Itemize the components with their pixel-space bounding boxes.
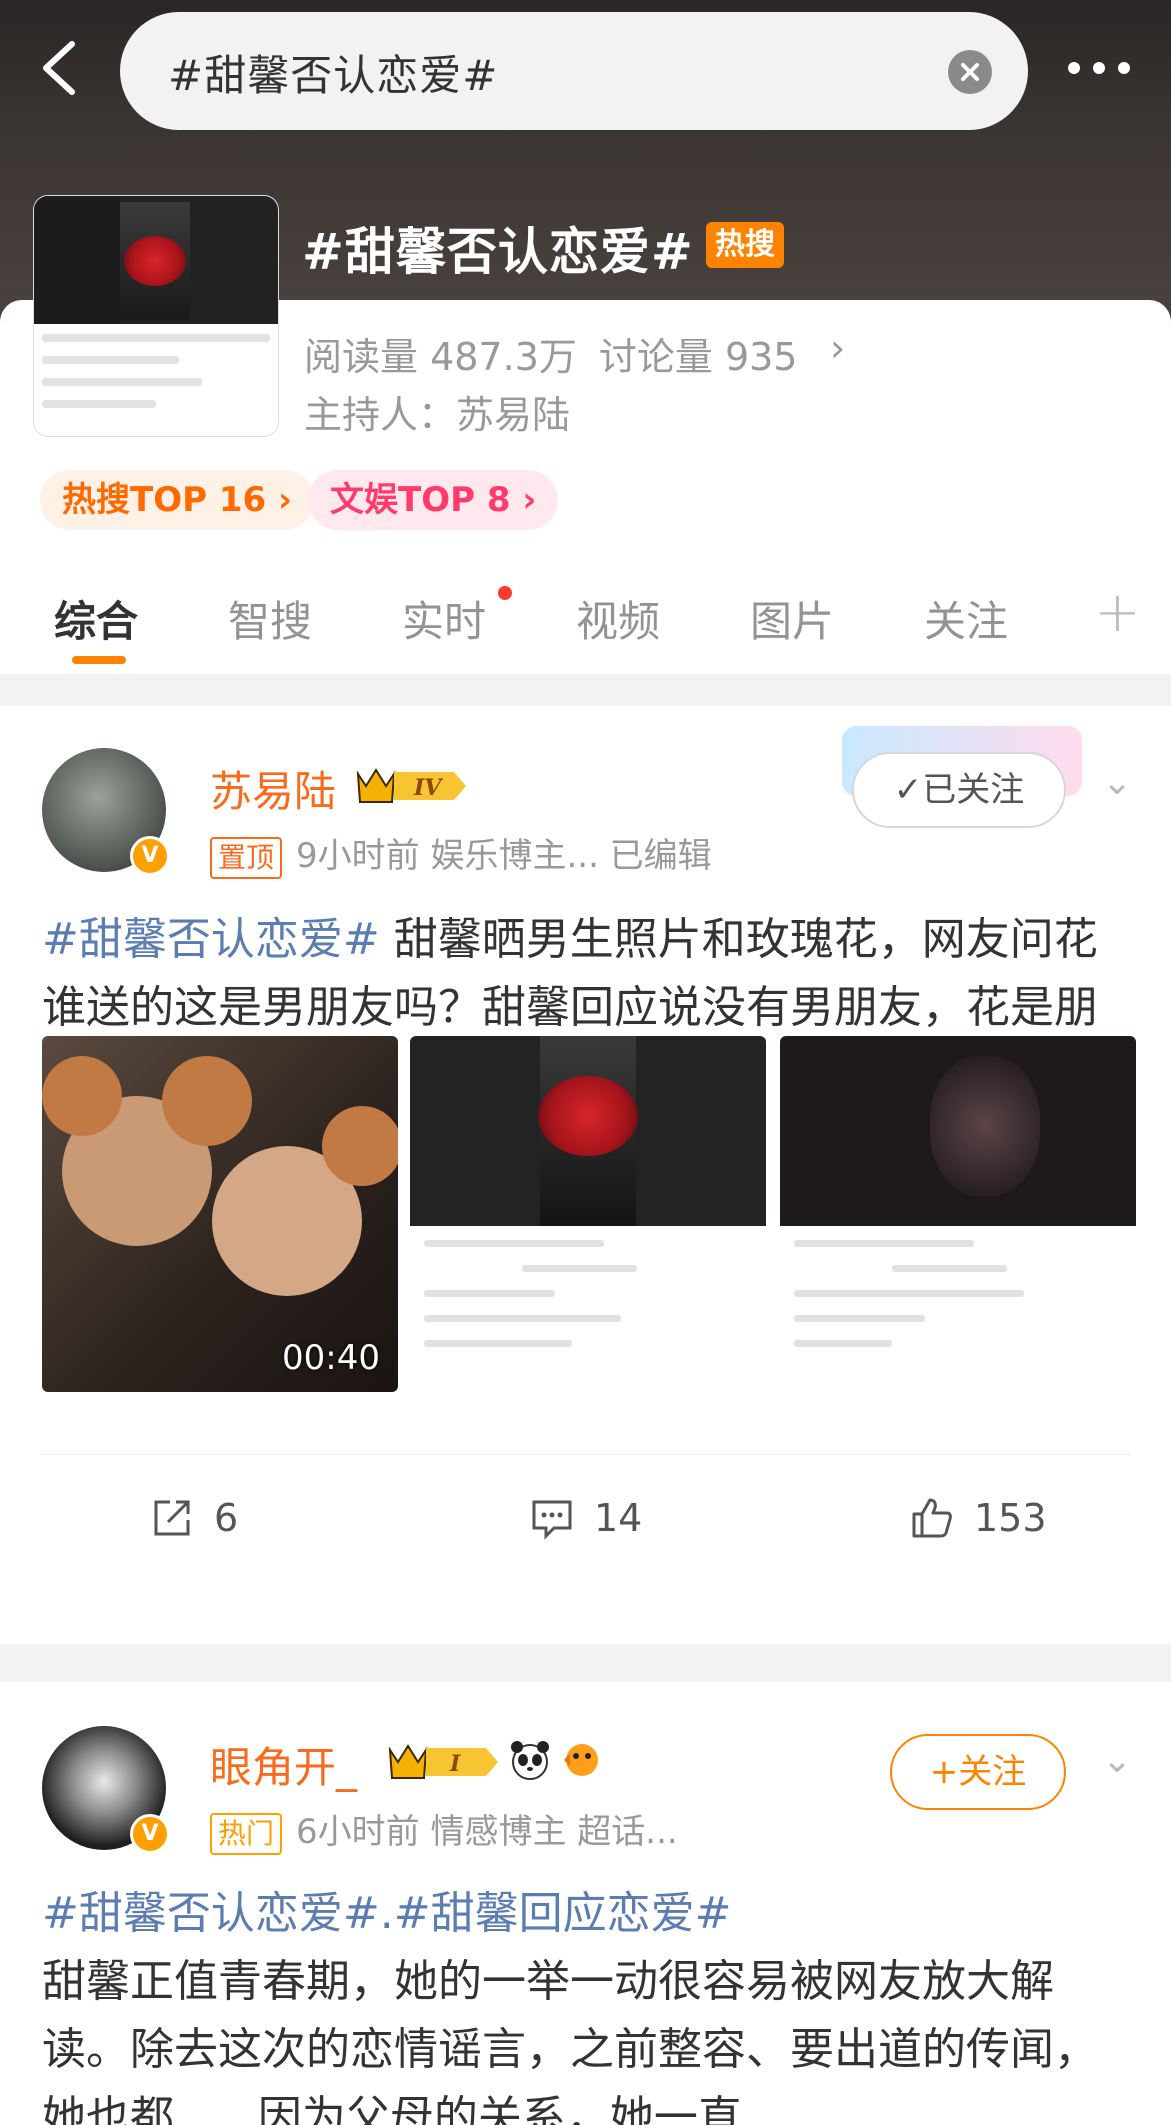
rank-entertainment[interactable]: 文娱TOP 8 › bbox=[308, 470, 559, 530]
author-name[interactable]: 苏易陆 bbox=[210, 758, 336, 819]
topic-host: 主持人：苏易陆 bbox=[304, 393, 571, 437]
tab-images[interactable]: 图片 bbox=[750, 588, 834, 649]
level-text: I bbox=[449, 1751, 461, 1777]
comment-icon bbox=[532, 1500, 572, 1540]
hashtag-link[interactable]: #甜馨否认恋爱# bbox=[42, 914, 380, 965]
active-tab-underline bbox=[72, 656, 126, 664]
post-text: #甜馨否认恋爱#.#甜馨回应恋爱# 甜馨正值青春期，她的一举一动很容易被网友放大… bbox=[42, 1880, 1131, 2125]
post-image[interactable] bbox=[780, 1036, 1136, 1392]
verified-badge-icon: V bbox=[130, 836, 170, 876]
repost-icon bbox=[154, 1500, 190, 1536]
hot-badge: 热搜 bbox=[706, 222, 784, 268]
post-video-thumbnail[interactable]: 00:40 bbox=[42, 1036, 398, 1392]
topic-title: #甜馨否认恋爱# bbox=[302, 223, 694, 281]
panda-icon bbox=[511, 1741, 549, 1780]
tab-realtime[interactable]: 实时 bbox=[402, 588, 486, 649]
followed-button[interactable]: ✓已关注 bbox=[852, 752, 1066, 828]
chevron-down-icon[interactable]: ⌄ bbox=[1102, 762, 1132, 803]
topic-stats[interactable]: 阅读量 487.3万 讨论量 935 bbox=[304, 326, 820, 381]
new-indicator-dot bbox=[498, 586, 512, 600]
post-meta: 热门 6小时前 情感博主 超话... bbox=[210, 1804, 678, 1855]
like-icon bbox=[912, 1498, 952, 1538]
level-text: IV bbox=[413, 775, 443, 801]
pinned-tag: 置顶 bbox=[210, 836, 283, 879]
tab-following[interactable]: 关注 bbox=[924, 588, 1008, 649]
pufferfish-icon bbox=[564, 1744, 598, 1776]
action-divider bbox=[40, 1454, 1131, 1455]
rank-hot-search[interactable]: 热搜TOP 16 › bbox=[40, 470, 315, 530]
vip-level-badge-icon: I bbox=[388, 1744, 498, 1779]
post-card[interactable]: V 苏易陆 IV 置顶 9小时前 娱乐博主... 已编辑 ✓已关注 ⌄ #甜馨否认… bbox=[0, 706, 1171, 1644]
section-divider bbox=[0, 674, 1171, 706]
post-image[interactable] bbox=[410, 1036, 766, 1392]
hot-tag: 热门 bbox=[210, 1812, 283, 1855]
author-name[interactable]: 眼角开_ bbox=[210, 1734, 357, 1795]
tab-video[interactable]: 视频 bbox=[576, 588, 660, 649]
chevron-right-icon[interactable]: › bbox=[830, 326, 845, 370]
repost-button[interactable]: 6 bbox=[150, 1496, 238, 1540]
more-options-icon[interactable] bbox=[1068, 62, 1130, 74]
video-duration: 00:40 bbox=[282, 1338, 380, 1378]
clear-search-icon[interactable] bbox=[948, 50, 992, 94]
comment-button[interactable]: 14 bbox=[530, 1496, 642, 1540]
section-divider bbox=[0, 1644, 1171, 1682]
tab-smart-search[interactable]: 智搜 bbox=[228, 588, 312, 649]
discussion-count: 讨论量 935 bbox=[598, 335, 798, 379]
follow-button[interactable]: +关注 bbox=[890, 1734, 1066, 1810]
tab-bar: 综合 智搜 实时 视频 图片 关注 + bbox=[0, 580, 1171, 670]
verified-badge-icon: V bbox=[130, 1814, 170, 1854]
back-arrow-icon[interactable] bbox=[32, 38, 88, 98]
vip-level-badge-icon: IV bbox=[356, 768, 466, 803]
search-bar[interactable]: #甜馨否认恋爱# bbox=[120, 12, 1028, 130]
search-input[interactable]: #甜馨否认恋爱# bbox=[168, 42, 498, 103]
read-count: 阅读量 487.3万 bbox=[304, 335, 577, 379]
chevron-down-icon[interactable]: ⌄ bbox=[1102, 1740, 1132, 1781]
like-button[interactable]: 153 bbox=[910, 1496, 1047, 1540]
hashtag-link[interactable]: #甜馨否认恋爱#.#甜馨回应恋爱# bbox=[42, 1880, 1131, 1948]
face-photo bbox=[930, 1056, 1040, 1196]
post-card[interactable]: V 眼角开_ I 热门 6小时前 情感博主 超话... +关注 ⌄ #甜馨否认恋爱… bbox=[0, 1682, 1171, 2125]
add-tab-icon[interactable]: + bbox=[1094, 580, 1141, 645]
tab-comprehensive[interactable]: 综合 bbox=[54, 588, 138, 649]
post-meta: 置顶 9小时前 娱乐博主... 已编辑 bbox=[210, 828, 712, 879]
topic-cover-image[interactable] bbox=[34, 196, 278, 436]
rose-bouquet bbox=[538, 1076, 638, 1156]
